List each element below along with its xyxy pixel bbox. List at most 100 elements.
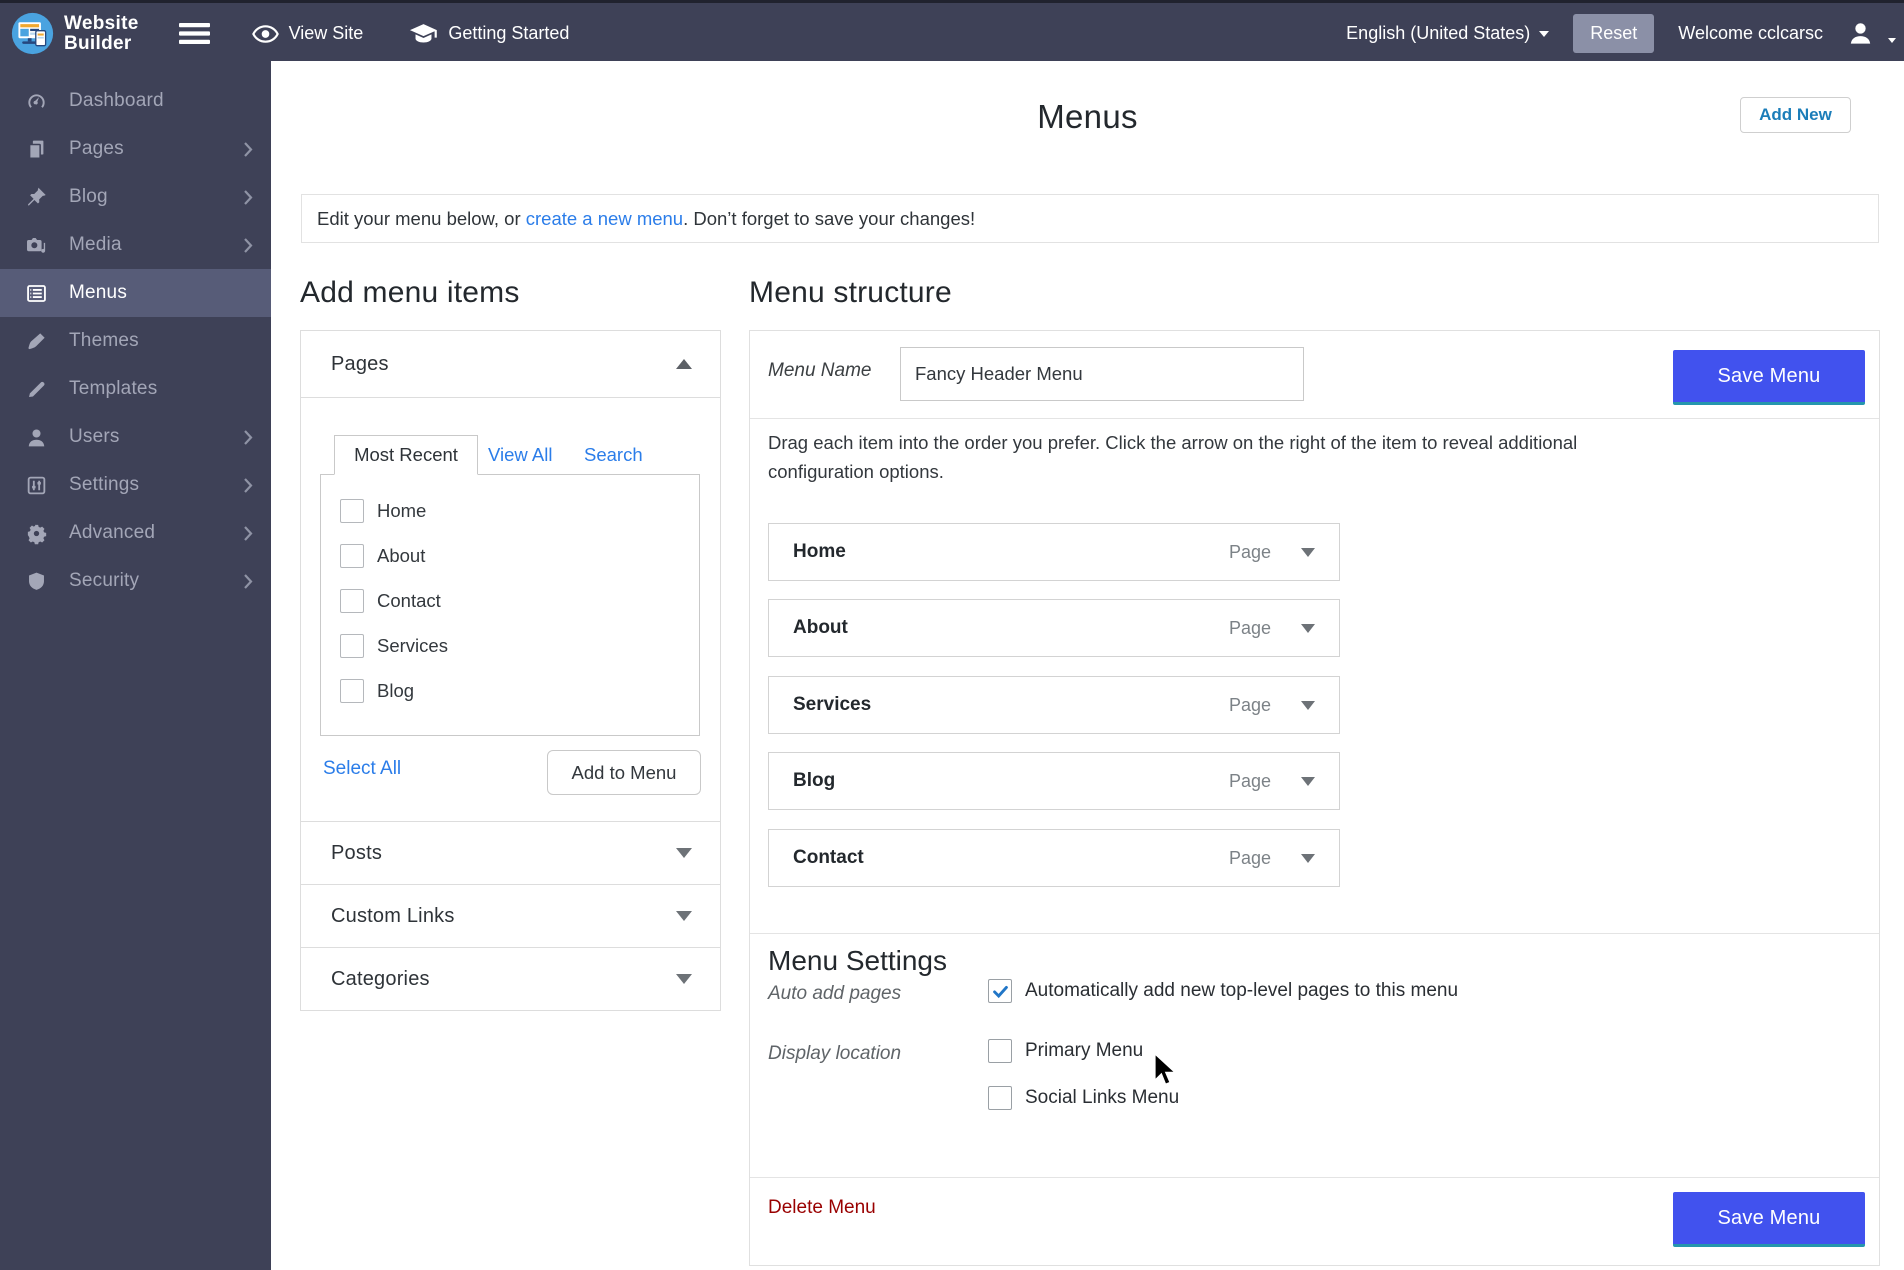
sidebar-item-blog[interactable]: Blog	[0, 173, 271, 221]
pen-icon	[25, 378, 48, 401]
gear-icon	[25, 522, 48, 545]
top-bar-right: English (United States) Reset Welcome cc…	[1346, 6, 1896, 61]
sliders-icon	[25, 474, 48, 497]
checkbox-services[interactable]	[340, 634, 364, 658]
page-title: Menus	[271, 98, 1904, 136]
menu-item-row-services[interactable]: Services Page	[768, 676, 1340, 734]
media-icon	[25, 234, 48, 257]
brand-title: Website Builder	[64, 14, 139, 54]
sidebar-item-pages[interactable]: Pages	[0, 125, 271, 173]
top-bar-left: Website Builder View Site G	[10, 6, 615, 61]
sidebar-item-menus[interactable]: Menus	[0, 269, 271, 317]
getting-started-link[interactable]: Getting Started	[409, 23, 569, 45]
display-location-primary-option: Primary Menu	[988, 1039, 1143, 1063]
checkbox-auto-add-pages-checked[interactable]	[988, 979, 1012, 1003]
auto-add-pages-label: Auto add pages	[768, 983, 901, 1005]
chevron-right-icon	[243, 189, 253, 206]
pages-accordion-header[interactable]: Pages	[301, 331, 720, 397]
display-location-social-option: Social Links Menu	[988, 1086, 1179, 1110]
pages-checklist: Home About Contact Services Blog	[320, 474, 700, 736]
chevron-right-icon	[243, 141, 253, 158]
sidebar-item-users[interactable]: Users	[0, 413, 271, 461]
sidebar-item-templates[interactable]: Templates	[0, 365, 271, 413]
tab-most-recent[interactable]: Most Recent	[334, 435, 478, 475]
checkbox-primary-menu[interactable]	[988, 1039, 1012, 1063]
checkbox-contact[interactable]	[340, 589, 364, 613]
checkbox-social-links-menu[interactable]	[988, 1086, 1012, 1110]
add-new-button[interactable]: Add New	[1740, 97, 1851, 133]
tab-search[interactable]: Search	[584, 444, 643, 466]
drag-instructions: Drag each item into the order you prefer…	[768, 428, 1648, 486]
chevron-right-icon	[243, 477, 253, 494]
eye-icon	[252, 25, 279, 43]
add-menu-items-heading: Add menu items	[300, 276, 520, 310]
triangle-up-icon	[676, 359, 692, 369]
chevron-right-icon	[243, 573, 253, 590]
menus-icon	[25, 282, 48, 305]
create-new-menu-link[interactable]: create a new menu	[526, 208, 683, 229]
triangle-down-icon	[676, 848, 692, 858]
edit-menu-notice: Edit your menu below, or create a new me…	[301, 194, 1879, 243]
sidebar-item-settings[interactable]: Settings	[0, 461, 271, 509]
expand-arrow-icon[interactable]	[1301, 777, 1315, 786]
save-menu-button-top[interactable]: Save Menu	[1673, 350, 1865, 405]
reset-button[interactable]: Reset	[1573, 14, 1654, 53]
categories-accordion-header[interactable]: Categories	[301, 947, 720, 1010]
expand-arrow-icon[interactable]	[1301, 854, 1315, 863]
chevron-down-icon	[1539, 31, 1549, 37]
add-to-menu-button[interactable]: Add to Menu	[547, 750, 701, 795]
user-icon	[25, 426, 48, 449]
menu-item-row-home[interactable]: Home Page	[768, 523, 1340, 581]
hamburger-menu-icon[interactable]	[179, 23, 210, 44]
checkbox-about[interactable]	[340, 544, 364, 568]
menu-name-label: Menu Name	[768, 360, 872, 382]
list-item: Blog	[321, 668, 699, 713]
list-item: Home	[321, 488, 699, 533]
sidebar-item-themes[interactable]: Themes	[0, 317, 271, 365]
tab-view-all[interactable]: View All	[488, 444, 552, 466]
list-item: Services	[321, 623, 699, 668]
list-item: About	[321, 533, 699, 578]
checkbox-home[interactable]	[340, 499, 364, 523]
pages-icon	[25, 138, 48, 161]
expand-arrow-icon[interactable]	[1301, 624, 1315, 633]
select-all-link[interactable]: Select All	[323, 758, 401, 780]
auto-add-pages-option: Automatically add new top-level pages to…	[988, 979, 1458, 1003]
sidebar-item-security[interactable]: Security	[0, 557, 271, 605]
posts-accordion-header[interactable]: Posts	[301, 821, 720, 884]
user-menu[interactable]	[1847, 20, 1896, 47]
menu-settings-heading: Menu Settings	[768, 945, 947, 977]
save-menu-button-bottom[interactable]: Save Menu	[1673, 1192, 1865, 1247]
sidebar-item-dashboard[interactable]: Dashboard	[0, 77, 271, 125]
checkbox-blog[interactable]	[340, 679, 364, 703]
sidebar-item-advanced[interactable]: Advanced	[0, 509, 271, 557]
expand-arrow-icon[interactable]	[1301, 548, 1315, 557]
chevron-right-icon	[243, 237, 253, 254]
delete-menu-link[interactable]: Delete Menu	[768, 1197, 876, 1219]
pages-accordion-body: Most Recent View All Search Home About C…	[301, 397, 720, 821]
dashboard-icon	[25, 90, 48, 113]
divider	[750, 1177, 1879, 1178]
expand-arrow-icon[interactable]	[1301, 701, 1315, 710]
shield-icon	[25, 570, 48, 593]
menu-item-row-blog[interactable]: Blog Page	[768, 752, 1340, 810]
triangle-down-icon	[676, 974, 692, 984]
divider	[750, 418, 1879, 419]
menu-item-row-contact[interactable]: Contact Page	[768, 829, 1340, 887]
custom-links-accordion-header[interactable]: Custom Links	[301, 884, 720, 947]
divider	[750, 933, 1879, 934]
view-site-link[interactable]: View Site	[252, 23, 364, 44]
display-location-label: Display location	[768, 1043, 901, 1065]
sidebar-item-media[interactable]: Media	[0, 221, 271, 269]
menu-name-input[interactable]	[900, 347, 1304, 401]
paintbrush-icon	[25, 330, 48, 353]
user-icon	[1847, 20, 1874, 47]
language-dropdown[interactable]: English (United States)	[1346, 23, 1549, 44]
welcome-user-label: Welcome cclcarsc	[1678, 23, 1823, 44]
check-icon	[991, 982, 1010, 1001]
triangle-down-icon	[676, 911, 692, 921]
menu-item-row-about[interactable]: About Page	[768, 599, 1340, 657]
menu-structure-panel: Menu Name Save Menu Drag each item into …	[749, 330, 1880, 1266]
chevron-down-icon	[1888, 38, 1896, 43]
chevron-right-icon	[243, 525, 253, 542]
